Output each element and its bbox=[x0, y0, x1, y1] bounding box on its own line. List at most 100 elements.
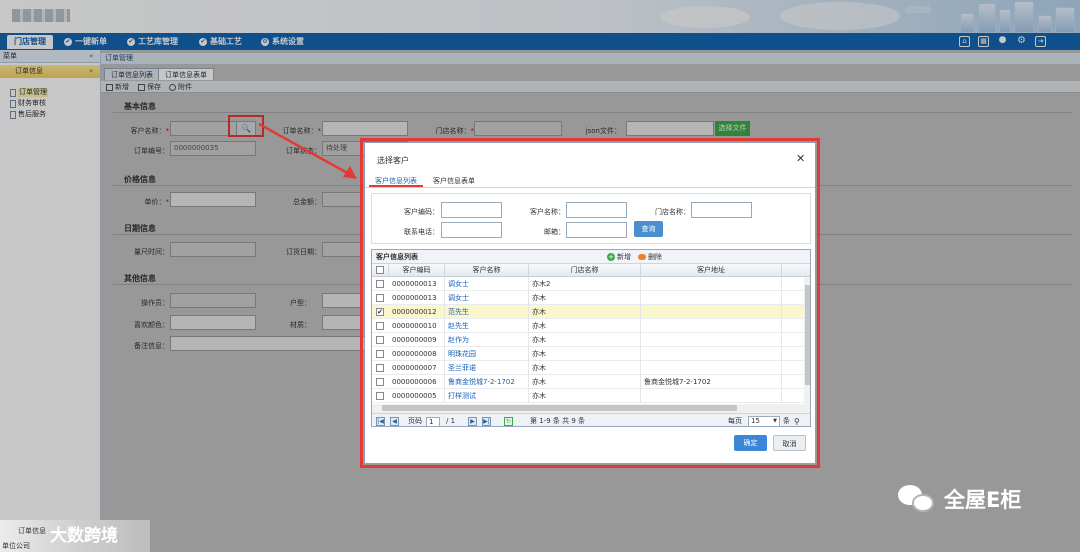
grid-delete-button[interactable]: 删除 bbox=[638, 252, 662, 262]
row-checkbox[interactable] bbox=[376, 280, 384, 288]
cell-code: 0000000006 bbox=[389, 375, 445, 389]
close-icon[interactable]: ✕ bbox=[796, 152, 805, 165]
cell-code: 0000000013 bbox=[389, 291, 445, 305]
prev-page-icon[interactable]: ◀ bbox=[390, 417, 399, 426]
cell-store: 亦木 bbox=[529, 389, 641, 403]
header-checkbox[interactable] bbox=[372, 264, 389, 277]
page-total: / 1 bbox=[446, 417, 456, 425]
cell-name[interactable]: 赵先生 bbox=[445, 319, 529, 333]
per-page-label: 每页 bbox=[728, 417, 742, 425]
cell-store: 亦木 bbox=[529, 361, 641, 375]
cell-address bbox=[641, 305, 782, 319]
cell-name[interactable]: 调女士 bbox=[445, 277, 529, 291]
cell-name[interactable]: 调女士 bbox=[445, 291, 529, 305]
query-phone-label: 联系电话： bbox=[404, 228, 439, 236]
refresh-icon[interactable]: ↻ bbox=[504, 417, 513, 426]
cell-store: 亦木 bbox=[529, 305, 641, 319]
table-row[interactable]: 0000000008 明珠花园 亦木 bbox=[372, 347, 804, 361]
search-icon[interactable]: ⚲ bbox=[794, 414, 800, 426]
cell-address bbox=[641, 361, 782, 375]
table-row[interactable]: 0000000007 圣兰菲诺 亦木 bbox=[372, 361, 804, 375]
column-header-code: 客户编码 bbox=[389, 264, 445, 277]
tab-customer-list[interactable]: 客户信息列表 bbox=[369, 175, 423, 187]
row-checkbox[interactable] bbox=[376, 378, 384, 386]
table-row[interactable]: 0000000005 打样测试 亦木 bbox=[372, 389, 804, 403]
table-row[interactable]: 0000000013 调女士 亦木 bbox=[372, 291, 804, 305]
query-email-input[interactable] bbox=[566, 222, 627, 238]
query-store-label: 门店名称： bbox=[655, 208, 690, 216]
query-code-input[interactable] bbox=[441, 202, 502, 218]
table-row[interactable]: ✔ 0000000012 范先生 亦木 bbox=[372, 305, 804, 319]
query-email-label: 邮箱： bbox=[544, 228, 565, 236]
page-input[interactable]: 1 bbox=[426, 417, 440, 426]
cell-address bbox=[641, 389, 782, 403]
table-row[interactable]: 0000000006 鲁商金悦城7-2-1702 亦木 鲁商金悦城7-2-1702 bbox=[372, 375, 804, 389]
query-phone-input[interactable] bbox=[441, 222, 502, 238]
grid-body: 0000000013 调女士 亦木2 0000000013 调女士 亦木 ✔ 00000000… bbox=[372, 277, 804, 404]
cell-code: 0000000008 bbox=[389, 347, 445, 361]
cell-code: 0000000009 bbox=[389, 333, 445, 347]
wechat-icon bbox=[898, 485, 936, 513]
query-name-input[interactable] bbox=[566, 202, 627, 218]
cancel-button[interactable]: 取消 bbox=[773, 435, 806, 451]
add-icon: + bbox=[607, 253, 615, 261]
cell-code: 0000000010 bbox=[389, 319, 445, 333]
delete-icon bbox=[638, 254, 646, 260]
record-range: 第 1-9 条 共 9 条 bbox=[530, 417, 586, 425]
cell-store: 亦木 bbox=[529, 375, 641, 389]
query-store-input[interactable] bbox=[691, 202, 752, 218]
dialog-title: 选择客户 bbox=[377, 156, 409, 165]
cell-name[interactable]: 鲁商金悦城7-2-1702 bbox=[445, 375, 529, 389]
cell-store: 亦木 bbox=[529, 347, 641, 361]
cell-code: 0000000013 bbox=[389, 277, 445, 291]
column-header-name: 客户名称 bbox=[445, 264, 529, 277]
tab-customer-form[interactable]: 客户信息表单 bbox=[427, 175, 481, 187]
row-checkbox[interactable] bbox=[376, 294, 384, 302]
customer-grid: 客户信息列表 + 新增 删除 客户编码 客户名称 门店名称 客户地址 000000… bbox=[371, 249, 811, 427]
pager: |◀ ◀ 页码 1 / 1 ▶ ▶| ↻ 第 1-9 条 共 9 条 每页 15… bbox=[372, 413, 810, 426]
query-name-label: 客户名称： bbox=[530, 208, 565, 216]
select-customer-dialog: 选择客户 ✕ 客户信息列表 客户信息表单 客户编码： 客户名称： 门店名称： 联… bbox=[364, 142, 816, 464]
table-row[interactable]: 0000000009 赵作为 亦木 bbox=[372, 333, 804, 347]
row-checkbox[interactable]: ✔ bbox=[376, 308, 384, 316]
cell-name[interactable]: 赵作为 bbox=[445, 333, 529, 347]
grid-title: 客户信息列表 bbox=[372, 250, 810, 264]
per-page-select[interactable]: 15 ▼ bbox=[748, 416, 780, 426]
confirm-button[interactable]: 确定 bbox=[734, 435, 767, 451]
per-page-unit: 条 bbox=[783, 417, 790, 425]
query-button[interactable]: 查询 bbox=[634, 221, 663, 237]
last-page-icon[interactable]: ▶| bbox=[482, 417, 491, 426]
grid-add-button[interactable]: + 新增 bbox=[607, 252, 631, 262]
grid-header: 客户编码 客户名称 门店名称 客户地址 bbox=[372, 264, 810, 277]
cell-name[interactable]: 打样测试 bbox=[445, 389, 529, 403]
row-checkbox[interactable] bbox=[376, 392, 384, 400]
table-row[interactable]: 0000000013 调女士 亦木2 bbox=[372, 277, 804, 291]
query-code-label: 客户编码： bbox=[404, 208, 439, 216]
cell-name[interactable]: 圣兰菲诺 bbox=[445, 361, 529, 375]
watermark: 全屋E柜 bbox=[898, 484, 1021, 514]
cell-store: 亦木2 bbox=[529, 277, 641, 291]
footer-company: 单位公司 bbox=[2, 542, 30, 550]
watermark-text: 全屋E柜 bbox=[944, 488, 1022, 512]
footer-area: 订单信息 大数跨境 单位公司 bbox=[0, 520, 150, 552]
row-checkbox[interactable] bbox=[376, 364, 384, 372]
cell-store: 亦木 bbox=[529, 291, 641, 305]
row-checkbox[interactable] bbox=[376, 322, 384, 330]
cell-store: 亦木 bbox=[529, 319, 641, 333]
next-page-icon[interactable]: ▶ bbox=[468, 417, 477, 426]
first-page-icon[interactable]: |◀ bbox=[376, 417, 385, 426]
vertical-scrollbar[interactable] bbox=[804, 277, 810, 413]
cell-address: 鲁商金悦城7-2-1702 bbox=[641, 375, 782, 389]
cell-name[interactable]: 明珠花园 bbox=[445, 347, 529, 361]
column-header-address: 客户地址 bbox=[641, 264, 782, 277]
table-row[interactable]: 0000000010 赵先生 亦木 bbox=[372, 319, 804, 333]
cell-code: 0000000005 bbox=[389, 389, 445, 403]
cell-name[interactable]: 范先生 bbox=[445, 305, 529, 319]
row-checkbox[interactable] bbox=[376, 350, 384, 358]
cell-address bbox=[641, 333, 782, 347]
horizontal-scrollbar[interactable] bbox=[372, 404, 804, 413]
row-checkbox[interactable] bbox=[376, 336, 384, 344]
red-arrow-annotation bbox=[258, 122, 357, 179]
cell-address bbox=[641, 291, 782, 305]
cell-code: 0000000007 bbox=[389, 361, 445, 375]
